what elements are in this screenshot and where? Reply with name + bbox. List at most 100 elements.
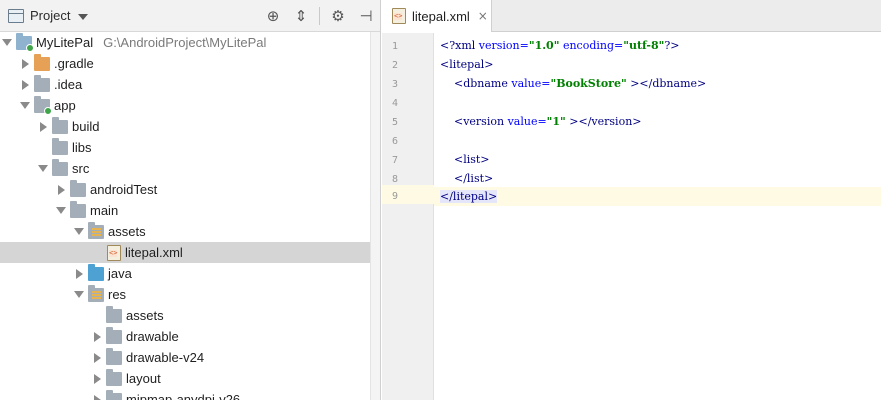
line-number: 8 bbox=[391, 174, 398, 185]
code-line: <dbname value="BookStore" ></dbname> bbox=[440, 77, 707, 90]
tree-item-label: MyLitePal bbox=[36, 35, 94, 50]
expand-arrow-icon[interactable] bbox=[36, 158, 50, 179]
tree-item-label: drawable-v24 bbox=[126, 350, 205, 365]
collapse-arrow-icon[interactable] bbox=[90, 368, 104, 389]
project-tree: MyLitePal G:\AndroidProject\MyLitePal .g… bbox=[0, 32, 380, 400]
line-number-gutter: 1 2 3 4 5 6 7 8 9 bbox=[382, 33, 434, 400]
editor-pane: litepal.xml × 1 2 3 4 5 6 7 8 9 <?xml ve… bbox=[382, 0, 881, 400]
project-folder-icon bbox=[16, 32, 34, 52]
code-line: <litepal> bbox=[440, 58, 494, 71]
folder-icon bbox=[106, 389, 122, 400]
tree-item-build[interactable]: build bbox=[0, 116, 380, 137]
line-number: 5 bbox=[391, 117, 398, 128]
tree-item-label: .gradle bbox=[54, 56, 94, 71]
project-panel-header: Project ⊕ ⇕ ⚙ ⊣ bbox=[0, 0, 380, 32]
tree-item-label: libs bbox=[72, 140, 92, 155]
toolbar-divider bbox=[319, 7, 320, 25]
tree-item-label: assets bbox=[126, 308, 164, 323]
code-line-current: </litepal> bbox=[440, 190, 498, 203]
folder-icon bbox=[52, 116, 68, 134]
locate-icon[interactable]: ⊕ bbox=[259, 0, 287, 32]
line-number: 2 bbox=[391, 60, 398, 71]
tree-item-label: .idea bbox=[54, 77, 83, 92]
code-line: <list> bbox=[440, 153, 490, 166]
collapse-arrow-icon[interactable] bbox=[90, 389, 104, 400]
tree-item-mipmap-anydpi-v26[interactable]: mipmap-anydpi-v26 bbox=[0, 389, 380, 400]
tab-litepal-xml[interactable]: litepal.xml × bbox=[382, 0, 492, 33]
folder-icon bbox=[106, 305, 122, 323]
expand-arrow-icon[interactable] bbox=[72, 284, 86, 305]
collapse-arrow-icon[interactable] bbox=[36, 116, 50, 137]
line-number: 7 bbox=[391, 155, 398, 166]
project-view-selector[interactable]: Project bbox=[30, 8, 70, 23]
collapse-arrow-icon[interactable] bbox=[90, 326, 104, 347]
collapse-arrow-icon[interactable] bbox=[18, 74, 32, 95]
tree-item-libs[interactable]: libs bbox=[0, 137, 380, 158]
line-number: 9 bbox=[391, 191, 398, 202]
code-editor[interactable]: <?xml version="1.0" encoding="utf-8"?> <… bbox=[434, 33, 881, 400]
tab-label: litepal.xml bbox=[412, 8, 470, 24]
tree-item-label: litepal.xml bbox=[125, 245, 183, 260]
folder-icon bbox=[106, 368, 122, 386]
code-line: <?xml version="1.0" encoding="utf-8"?> bbox=[440, 39, 680, 52]
line-number: 3 bbox=[391, 79, 398, 90]
collapse-arrow-icon[interactable] bbox=[90, 347, 104, 368]
tree-item-label: layout bbox=[126, 371, 161, 386]
settings-gear-icon[interactable]: ⚙ bbox=[324, 0, 352, 32]
resource-folder-icon bbox=[88, 284, 104, 302]
expand-arrow-icon[interactable] bbox=[18, 95, 32, 116]
line-number: 1 bbox=[391, 41, 398, 52]
tree-item-label: src bbox=[72, 161, 90, 176]
tree-item-app[interactable]: app bbox=[0, 95, 380, 116]
collapse-arrow-icon[interactable] bbox=[54, 179, 68, 200]
line-number: 6 bbox=[391, 136, 398, 147]
xml-file-icon bbox=[392, 8, 406, 24]
folder-orange-icon bbox=[34, 53, 50, 71]
tree-item-drawable[interactable]: drawable bbox=[0, 326, 380, 347]
collapse-arrow-icon[interactable] bbox=[18, 53, 32, 74]
folder-icon bbox=[52, 137, 68, 155]
resource-folder-icon bbox=[88, 221, 104, 239]
tree-item-assets[interactable]: assets bbox=[0, 221, 380, 242]
tree-item-idea[interactable]: .idea bbox=[0, 74, 380, 95]
project-path: G:\AndroidProject\MyLitePal bbox=[103, 35, 267, 50]
tree-item-label: java bbox=[108, 266, 132, 281]
dropdown-icon[interactable] bbox=[78, 13, 89, 20]
tree-item-label: mipmap-anydpi-v26 bbox=[126, 392, 241, 400]
collapse-arrow-icon[interactable] bbox=[72, 263, 86, 284]
module-folder-icon bbox=[34, 95, 52, 115]
tree-item-res[interactable]: res bbox=[0, 284, 380, 305]
folder-icon bbox=[106, 326, 122, 344]
tree-item-gradle[interactable]: .gradle bbox=[0, 53, 380, 74]
tree-item-label: build bbox=[72, 119, 100, 134]
tree-item-mylitepal[interactable]: MyLitePal G:\AndroidProject\MyLitePal bbox=[0, 32, 380, 53]
tree-item-res-assets[interactable]: assets bbox=[0, 305, 380, 326]
project-view-icon bbox=[8, 8, 24, 23]
tree-item-src[interactable]: src bbox=[0, 158, 380, 179]
tree-item-androidtest[interactable]: androidTest bbox=[0, 179, 380, 200]
code-line: <version value="1" ></version> bbox=[440, 115, 642, 128]
folder-icon bbox=[106, 347, 122, 365]
folder-icon bbox=[52, 158, 68, 176]
line-number: 4 bbox=[391, 98, 398, 109]
tree-item-litepal-xml[interactable]: litepal.xml bbox=[0, 242, 380, 263]
tree-scrollbar[interactable] bbox=[370, 32, 380, 400]
tree-item-main[interactable]: main bbox=[0, 200, 380, 221]
xml-file-icon bbox=[107, 244, 121, 261]
tree-item-label: main bbox=[90, 203, 119, 218]
hide-icon[interactable]: ⊣ bbox=[352, 0, 380, 32]
tree-item-java[interactable]: java bbox=[0, 263, 380, 284]
tree-item-layout[interactable]: layout bbox=[0, 368, 380, 389]
tree-item-drawable-v24[interactable]: drawable-v24 bbox=[0, 347, 380, 368]
expand-arrow-icon[interactable] bbox=[54, 200, 68, 221]
source-folder-icon bbox=[88, 263, 104, 281]
tree-item-label: res bbox=[108, 287, 127, 302]
collapse-all-icon[interactable]: ⇕ bbox=[287, 0, 315, 32]
tree-item-label: drawable bbox=[126, 329, 179, 344]
tree-item-label: assets bbox=[108, 224, 146, 239]
folder-icon bbox=[34, 74, 50, 92]
expand-arrow-icon[interactable] bbox=[72, 221, 86, 242]
expand-arrow-icon[interactable] bbox=[0, 32, 14, 53]
editor-tab-bar: litepal.xml × bbox=[382, 0, 881, 33]
close-icon[interactable]: × bbox=[478, 9, 488, 23]
